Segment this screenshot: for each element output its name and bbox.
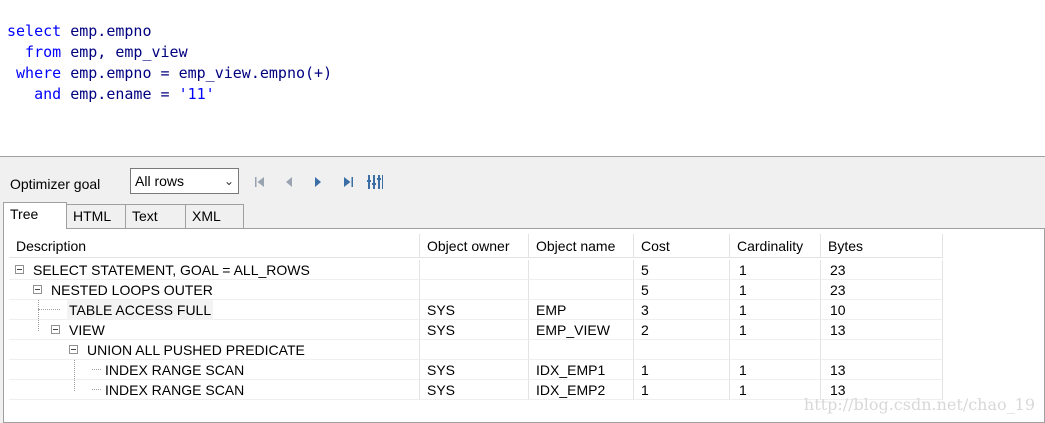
row-bytes: 23 xyxy=(821,260,943,280)
row-cost: 5 xyxy=(634,280,730,300)
sql-code: select emp.empno from emp, emp_view wher… xyxy=(7,0,332,147)
row-object-name xyxy=(529,260,634,280)
optimizer-goal-select[interactable]: All rows ⌄ xyxy=(130,168,239,194)
code-line-2: from emp, emp_view xyxy=(7,43,188,61)
row-description: INDEX RANGE SCAN xyxy=(105,362,245,378)
plan-tabs: Tree HTML Text XML xyxy=(0,200,1045,229)
row-cost: 2 xyxy=(634,320,730,340)
row-cardinality xyxy=(730,340,821,360)
table-row[interactable]: INDEX RANGE SCAN SYS IDX_EMP1 1 1 13 xyxy=(9,360,943,380)
tab-html[interactable]: HTML xyxy=(66,204,126,228)
plan-tree-panel: Description Object owner Object name Cos… xyxy=(3,228,1045,423)
row-owner xyxy=(420,340,529,360)
collapse-icon[interactable] xyxy=(15,265,24,274)
column-header-description[interactable]: Description xyxy=(9,234,420,258)
row-cost: 5 xyxy=(634,260,730,280)
optimizer-goal-value: All rows xyxy=(135,173,185,189)
row-cardinality: 1 xyxy=(730,320,821,340)
table-row[interactable]: VIEW SYS EMP_VIEW 2 1 13 xyxy=(9,320,943,340)
optimizer-goal-label: Optimizer goal xyxy=(10,176,101,192)
row-owner: SYS xyxy=(420,380,529,400)
row-owner: SYS xyxy=(420,300,529,320)
last-icon[interactable] xyxy=(340,173,356,191)
row-owner xyxy=(420,280,529,300)
row-cost: 1 xyxy=(634,360,730,380)
column-header-object-owner[interactable]: Object owner xyxy=(420,234,529,258)
row-object-name xyxy=(529,340,634,360)
code-line-3: where emp.empno = emp_view.empno(+) xyxy=(7,64,333,82)
plan-toolbar: Optimizer goal All rows ⌄ xyxy=(0,166,1045,200)
splitter[interactable] xyxy=(0,158,1045,166)
code-line-4: and emp.ename = '11' xyxy=(7,85,215,103)
column-header-cardinality[interactable]: Cardinality xyxy=(730,234,821,258)
row-cost xyxy=(634,340,730,360)
table-row[interactable]: TABLE ACCESS FULL SYS EMP 3 1 10 xyxy=(9,300,943,320)
column-header-cost[interactable]: Cost xyxy=(634,234,730,258)
row-description: SELECT STATEMENT, GOAL = ALL_ROWS xyxy=(33,262,310,278)
column-header-bytes[interactable]: Bytes xyxy=(821,234,943,258)
row-cost: 3 xyxy=(634,300,730,320)
table-row[interactable]: SELECT STATEMENT, GOAL = ALL_ROWS 5 1 23 xyxy=(9,260,943,280)
row-owner: SYS xyxy=(420,320,529,340)
row-object-name: IDX_EMP1 xyxy=(529,360,634,380)
row-description: UNION ALL PUSHED PREDICATE xyxy=(87,342,305,358)
collapse-icon[interactable] xyxy=(69,345,78,354)
row-cardinality: 1 xyxy=(730,280,821,300)
row-object-name: EMP_VIEW xyxy=(529,320,634,340)
next-icon[interactable] xyxy=(310,173,326,191)
collapse-icon[interactable] xyxy=(33,285,42,294)
row-owner: SYS xyxy=(420,360,529,380)
tab-tree[interactable]: Tree xyxy=(3,202,67,229)
row-bytes: 13 xyxy=(821,360,943,380)
table-row[interactable]: NESTED LOOPS OUTER 5 1 23 xyxy=(9,280,943,300)
row-description: VIEW xyxy=(69,322,105,338)
row-bytes: 13 xyxy=(821,320,943,340)
row-cost: 1 xyxy=(634,380,730,400)
tab-xml[interactable]: XML xyxy=(185,204,244,228)
row-cardinality: 1 xyxy=(730,260,821,280)
row-object-name: IDX_EMP2 xyxy=(529,380,634,400)
row-cardinality: 1 xyxy=(730,300,821,320)
row-bytes: 10 xyxy=(821,300,943,320)
row-description: INDEX RANGE SCAN xyxy=(105,382,245,398)
prev-icon[interactable] xyxy=(281,173,297,191)
row-object-name xyxy=(529,280,634,300)
row-bytes: 23 xyxy=(821,280,943,300)
row-bytes xyxy=(821,340,943,360)
tab-text[interactable]: Text xyxy=(125,204,186,228)
watermark: http://blog.csdn.net/chao_19 xyxy=(803,395,1035,414)
row-object-name: EMP xyxy=(529,300,634,320)
code-line-1: select emp.empno xyxy=(7,22,152,40)
column-header-object-name[interactable]: Object name xyxy=(529,234,634,258)
row-cardinality: 1 xyxy=(730,360,821,380)
collapse-icon[interactable] xyxy=(51,325,60,334)
columns-icon[interactable] xyxy=(367,173,383,191)
table-row[interactable]: INDEX RANGE SCAN SYS IDX_EMP2 1 1 13 xyxy=(9,380,943,400)
row-owner xyxy=(420,260,529,280)
row-description: TABLE ACCESS FULL xyxy=(67,300,214,320)
sql-editor[interactable]: select emp.empno from emp, emp_view wher… xyxy=(0,0,1045,157)
chevron-down-icon: ⌄ xyxy=(223,174,234,188)
table-row[interactable]: UNION ALL PUSHED PREDICATE xyxy=(9,340,943,360)
row-description: NESTED LOOPS OUTER xyxy=(51,282,213,298)
first-icon[interactable] xyxy=(252,173,268,191)
